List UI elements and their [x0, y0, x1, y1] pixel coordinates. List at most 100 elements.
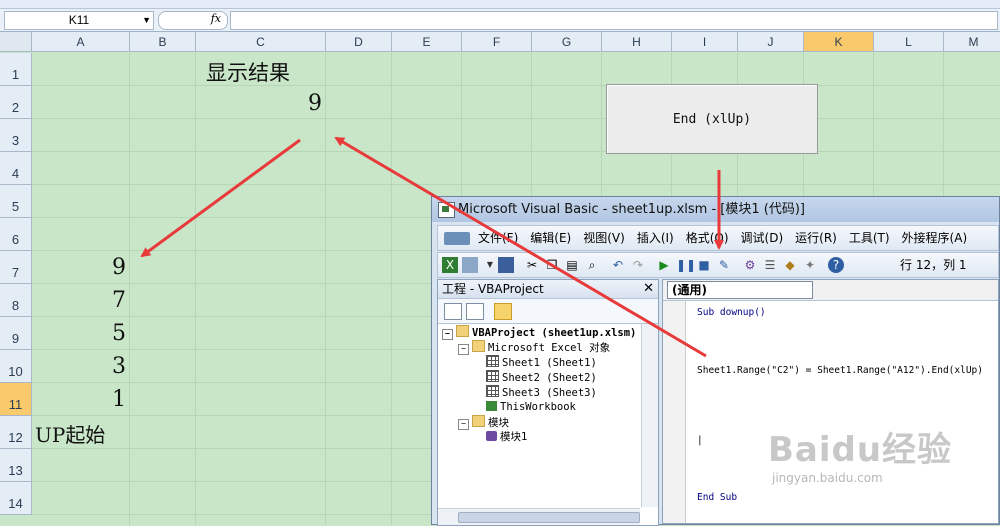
stop-icon[interactable]: ■: [696, 257, 712, 273]
menu-format[interactable]: 格式(O): [680, 226, 735, 250]
menu-run[interactable]: 运行(R): [789, 226, 843, 250]
select-all-corner[interactable]: [0, 32, 32, 52]
view-excel-icon[interactable]: X: [442, 257, 458, 273]
properties-icon[interactable]: ☰: [762, 257, 778, 273]
redo-icon[interactable]: ↷: [630, 257, 646, 273]
tree-node-workbook[interactable]: ThisWorkbook: [486, 400, 576, 415]
menu-debug[interactable]: 调试(D): [735, 226, 790, 250]
object-combo[interactable]: (通用): [667, 281, 813, 299]
project-horizontal-scrollbar[interactable]: [438, 508, 640, 525]
collapse-icon[interactable]: −: [458, 344, 469, 355]
menu-view[interactable]: 视图(V): [577, 226, 631, 250]
project-explorer-icon[interactable]: ⚙: [742, 257, 758, 273]
row-header-2[interactable]: 2: [0, 86, 32, 119]
sheet-icon: [486, 370, 499, 382]
object-browser-icon[interactable]: ◆: [782, 257, 798, 273]
paste-icon[interactable]: ▤: [564, 257, 580, 273]
tree-node-module1[interactable]: 模块1: [486, 430, 527, 445]
row-header-1[interactable]: 1: [0, 53, 32, 86]
toolbox-icon[interactable]: ✦: [802, 257, 818, 273]
view-code-icon[interactable]: [444, 303, 462, 320]
row-header-12[interactable]: 12: [0, 416, 32, 449]
row-header-14[interactable]: 14: [0, 482, 32, 515]
code-text: Sub downup(): [697, 307, 766, 318]
column-header-c[interactable]: C: [196, 32, 326, 52]
save-icon[interactable]: [498, 257, 514, 273]
row-header-3[interactable]: 3: [0, 119, 32, 152]
tree-node-project[interactable]: − VBAProject (sheet1up.xlsm): [442, 325, 636, 341]
cell-c2[interactable]: 9: [308, 91, 322, 116]
toggle-folders-icon[interactable]: [494, 303, 512, 320]
row-header-10[interactable]: 10: [0, 350, 32, 383]
cell-b11[interactable]: 1: [112, 387, 126, 412]
column-header-i[interactable]: I: [672, 32, 738, 52]
row-header-6[interactable]: 6: [0, 218, 32, 251]
column-header-e[interactable]: E: [392, 32, 462, 52]
column-header-b[interactable]: B: [130, 32, 196, 52]
column-header-d[interactable]: D: [326, 32, 392, 52]
code-window[interactable]: (通用) Sub downup() Sheet1.Range("C2") = S…: [662, 279, 999, 524]
insert-module-icon[interactable]: [462, 257, 478, 273]
vba-title-bar[interactable]: Microsoft Visual Basic - sheet1up.xlsm -…: [432, 197, 999, 222]
chevron-down-icon[interactable]: ▼: [482, 257, 498, 273]
help-icon[interactable]: ?: [828, 257, 844, 273]
cut-icon[interactable]: ✂: [524, 257, 540, 273]
copy-icon[interactable]: ❐: [544, 257, 560, 273]
column-header-f[interactable]: F: [462, 32, 532, 52]
undo-icon[interactable]: ↶: [610, 257, 626, 273]
cell-b10[interactable]: 3: [112, 354, 126, 379]
cell-a12[interactable]: UP起始: [35, 419, 105, 448]
collapse-icon[interactable]: −: [458, 419, 469, 430]
column-header-j[interactable]: J: [738, 32, 804, 52]
column-header-m[interactable]: M: [944, 32, 1000, 52]
watermark-url: jingyan.baidu.com: [772, 471, 883, 485]
code-line-sub[interactable]: Sub downup(): [697, 307, 766, 318]
tree-node-sheet2[interactable]: Sheet2 (Sheet2): [486, 370, 597, 386]
tree-node-excel-objects[interactable]: − Microsoft Excel 对象: [458, 340, 610, 356]
view-object-icon[interactable]: [466, 303, 484, 320]
chevron-down-icon[interactable]: ▼: [142, 12, 151, 29]
vba-menu-bar: 文件(F) 编辑(E) 视图(V) 插入(I) 格式(O) 调试(D) 运行(R) 工具(T)…: [437, 225, 999, 269]
column-header-l[interactable]: L: [874, 32, 944, 52]
code-line-end-sub[interactable]: End Sub: [697, 492, 737, 503]
menu-tools[interactable]: 工具(T): [843, 226, 896, 250]
column-header-h[interactable]: H: [602, 32, 672, 52]
menu-edit[interactable]: 编辑(E): [524, 226, 577, 250]
tree-node-sheet3[interactable]: Sheet3 (Sheet3): [486, 385, 597, 401]
cell-b9[interactable]: 5: [112, 321, 126, 346]
run-icon[interactable]: ▶: [656, 257, 672, 273]
row-header-8[interactable]: 8: [0, 284, 32, 317]
row-header-7[interactable]: 7: [0, 251, 32, 284]
formula-input[interactable]: [230, 11, 998, 30]
name-box[interactable]: K11 ▼: [4, 11, 154, 30]
row-header-4[interactable]: 4: [0, 152, 32, 185]
cell-b8[interactable]: 7: [112, 288, 126, 313]
end-xlup-button[interactable]: End (xlUp): [606, 84, 818, 154]
collapse-icon[interactable]: −: [442, 329, 453, 340]
cell-c1[interactable]: 显示结果: [206, 57, 290, 87]
project-tree: − VBAProject (sheet1up.xlsm) − Microsoft E…: [438, 324, 640, 507]
column-header-g[interactable]: G: [532, 32, 602, 52]
pause-icon[interactable]: ❚❚: [676, 257, 696, 273]
row-header-9[interactable]: 9: [0, 317, 32, 350]
code-line-assign[interactable]: Sheet1.Range("C2") = Sheet1.Range("A12")…: [697, 365, 983, 376]
close-icon[interactable]: ✕: [643, 280, 654, 298]
row-header-11[interactable]: 11: [0, 383, 32, 416]
row-header-13[interactable]: 13: [0, 449, 32, 482]
project-vertical-scrollbar[interactable]: [641, 324, 658, 507]
column-header-a[interactable]: A: [32, 32, 130, 52]
workbook-icon: [486, 401, 497, 411]
menu-insert[interactable]: 插入(I): [631, 226, 680, 250]
design-mode-icon[interactable]: ✎: [716, 257, 732, 273]
column-header-k[interactable]: K: [804, 32, 874, 52]
tree-node-sheet1[interactable]: Sheet1 (Sheet1): [486, 355, 597, 371]
find-icon[interactable]: ⌕: [584, 257, 600, 273]
tree-node-modules[interactable]: − 模块: [458, 415, 509, 431]
menu-addins[interactable]: 外接程序(A): [896, 226, 974, 250]
sheet-icon: [486, 355, 499, 367]
menu-file[interactable]: 文件(F): [472, 226, 524, 250]
scrollbar-thumb[interactable]: [458, 512, 640, 523]
insert-function-button[interactable]: fx: [158, 11, 228, 30]
row-header-5[interactable]: 5: [0, 185, 32, 218]
cell-b7[interactable]: 9: [112, 255, 126, 280]
